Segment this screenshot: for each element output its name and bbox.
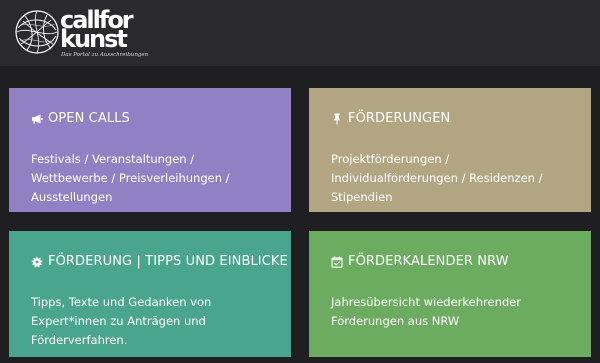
- tile-description: Tipps, Texte und Gedanken von Expert*inn…: [31, 295, 212, 347]
- tile-title: OPEN CALLS: [31, 111, 269, 127]
- logo-text-line2: kunst: [60, 25, 128, 53]
- tile-description: Projektförderungen / Individualförderung…: [331, 152, 543, 204]
- tile-tipps-und-einblicke[interactable]: FÖRDERUNG | TIPPS UND EINBLICKE Tipps, T…: [9, 231, 291, 357]
- tile-title-text: FÖRDERUNG | TIPPS UND EINBLICKE: [48, 254, 288, 269]
- burst-icon: [31, 256, 43, 268]
- tile-title: FÖRDERKALENDER NRW: [331, 254, 569, 270]
- tile-title-text: FÖRDERKALENDER NRW: [348, 254, 509, 269]
- logo-tagline: Das Portal zu Ausschreibungen: [61, 52, 149, 58]
- megaphone-icon: [32, 114, 43, 124]
- tile-title-text: FÖRDERUNGEN: [348, 111, 451, 126]
- tile-description: Jahresübersicht wiederkehrender Förderun…: [331, 295, 521, 328]
- tile-foerderkalender-nrw[interactable]: FÖRDERKALENDER NRW Jahresübersicht wiede…: [309, 231, 591, 357]
- pushpin-icon: [333, 113, 341, 125]
- tile-title: FÖRDERUNGEN: [331, 111, 569, 127]
- tile-title-text: OPEN CALLS: [48, 111, 130, 126]
- calendar-check-icon: [331, 256, 343, 268]
- yarn-ball-logo-icon: [15, 10, 59, 54]
- tile-title: FÖRDERUNG | TIPPS UND EINBLICKE: [31, 254, 288, 270]
- site-logo[interactable]: callfor kunst Das Portal zu Ausschreibun…: [13, 6, 173, 62]
- site-header: callfor kunst Das Portal zu Ausschreibun…: [0, 0, 600, 66]
- tile-foerderungen[interactable]: FÖRDERUNGEN Projektförderungen / Individ…: [309, 88, 591, 212]
- tile-description: Festivals / Veranstaltungen / Wettbewerb…: [31, 152, 230, 204]
- tile-open-calls[interactable]: OPEN CALLS Festivals / Veranstaltungen /…: [9, 88, 291, 212]
